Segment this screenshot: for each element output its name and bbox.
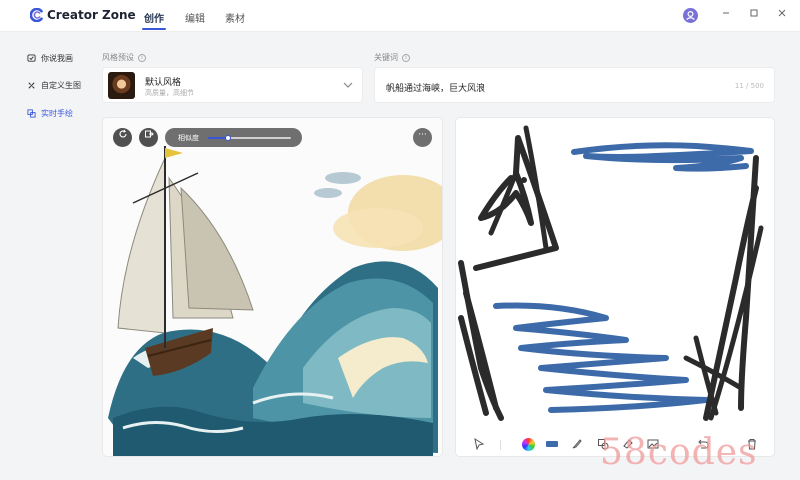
title-bar: Creator Zone 创作 编辑 素材 [0, 0, 800, 32]
ellipsis-icon: ··· [418, 130, 427, 140]
minimize-button[interactable] [717, 6, 735, 24]
info-icon[interactable]: i [138, 53, 146, 62]
user-icon [686, 10, 695, 20]
regenerate-button[interactable] [113, 128, 132, 147]
brush-icon [572, 439, 582, 449]
sidebar-item-realtime-sketch[interactable]: 实时手绘 [27, 106, 73, 120]
brush-tool-button[interactable] [570, 437, 584, 451]
sidebar-item-custom-image[interactable]: 自定义生图 [27, 78, 81, 92]
custom-image-icon [28, 81, 35, 89]
similarity-track[interactable] [207, 135, 291, 141]
similarity-label: 相似度 [178, 134, 199, 142]
style-preset-thumbnail [108, 72, 135, 99]
select-icon [474, 438, 485, 450]
sketch-canvas[interactable] [455, 117, 775, 457]
brush-color-chip [546, 441, 558, 447]
info-icon[interactable]: i [402, 53, 410, 62]
select-tool-button[interactable] [472, 437, 486, 451]
chevron-down-icon [343, 82, 353, 88]
keyword-value: 帆船通过海峡，巨大风浪 [386, 84, 486, 94]
more-options-button[interactable]: ··· [413, 128, 432, 147]
sidebar-item-chat-draw[interactable]: 你说我画 [27, 51, 73, 65]
realtime-sketch-icon [27, 108, 36, 118]
sidebar-item-label: 自定义生图 [41, 80, 81, 90]
refresh-icon [119, 129, 127, 138]
similarity-slider[interactable]: 相似度 [165, 128, 302, 147]
close-icon [778, 9, 786, 17]
avatar[interactable] [683, 8, 698, 23]
export-icon [144, 130, 154, 138]
maximize-icon [750, 9, 758, 17]
style-preset-name: 默认风格 [145, 78, 182, 88]
color-picker-icon [521, 437, 535, 451]
generated-sailboat-image [103, 118, 442, 456]
keyword-label: 关键词 i [374, 52, 410, 63]
sidebar-item-label: 你说我画 [41, 53, 73, 63]
watermark: 58codes [600, 432, 758, 473]
creator-zone-logo-icon [30, 8, 43, 22]
active-tab-indicator [142, 28, 166, 30]
style-preset-select[interactable]: 默认风格 高质量，高细节 [102, 67, 363, 103]
toolbar-divider [500, 440, 501, 450]
generated-image-panel: 相似度 ··· [102, 117, 443, 457]
tab-create[interactable]: 创作 [144, 10, 164, 25]
similarity-handle[interactable] [225, 135, 231, 141]
sidebar-item-label: 实时手绘 [41, 108, 73, 118]
app-title: Creator Zone [47, 8, 136, 22]
color-picker-button[interactable] [521, 437, 535, 451]
close-button[interactable] [773, 6, 791, 24]
tab-assets[interactable]: 素材 [225, 10, 245, 25]
hand-drawn-sketch [458, 125, 764, 421]
keyword-input[interactable]: 帆船通过海峡，巨大风浪 11 / 500 [374, 67, 775, 103]
style-preset-label: 风格预设 i [102, 52, 146, 63]
style-preset-description: 高质量，高细节 [145, 89, 194, 97]
tab-edit[interactable]: 编辑 [185, 10, 205, 25]
minimize-icon [723, 12, 729, 14]
maximize-button[interactable] [745, 6, 763, 24]
keyword-char-counter: 11 / 500 [734, 82, 764, 90]
brush-color-swatch[interactable] [545, 437, 559, 451]
export-button[interactable] [139, 128, 158, 147]
chat-draw-icon [27, 53, 36, 62]
